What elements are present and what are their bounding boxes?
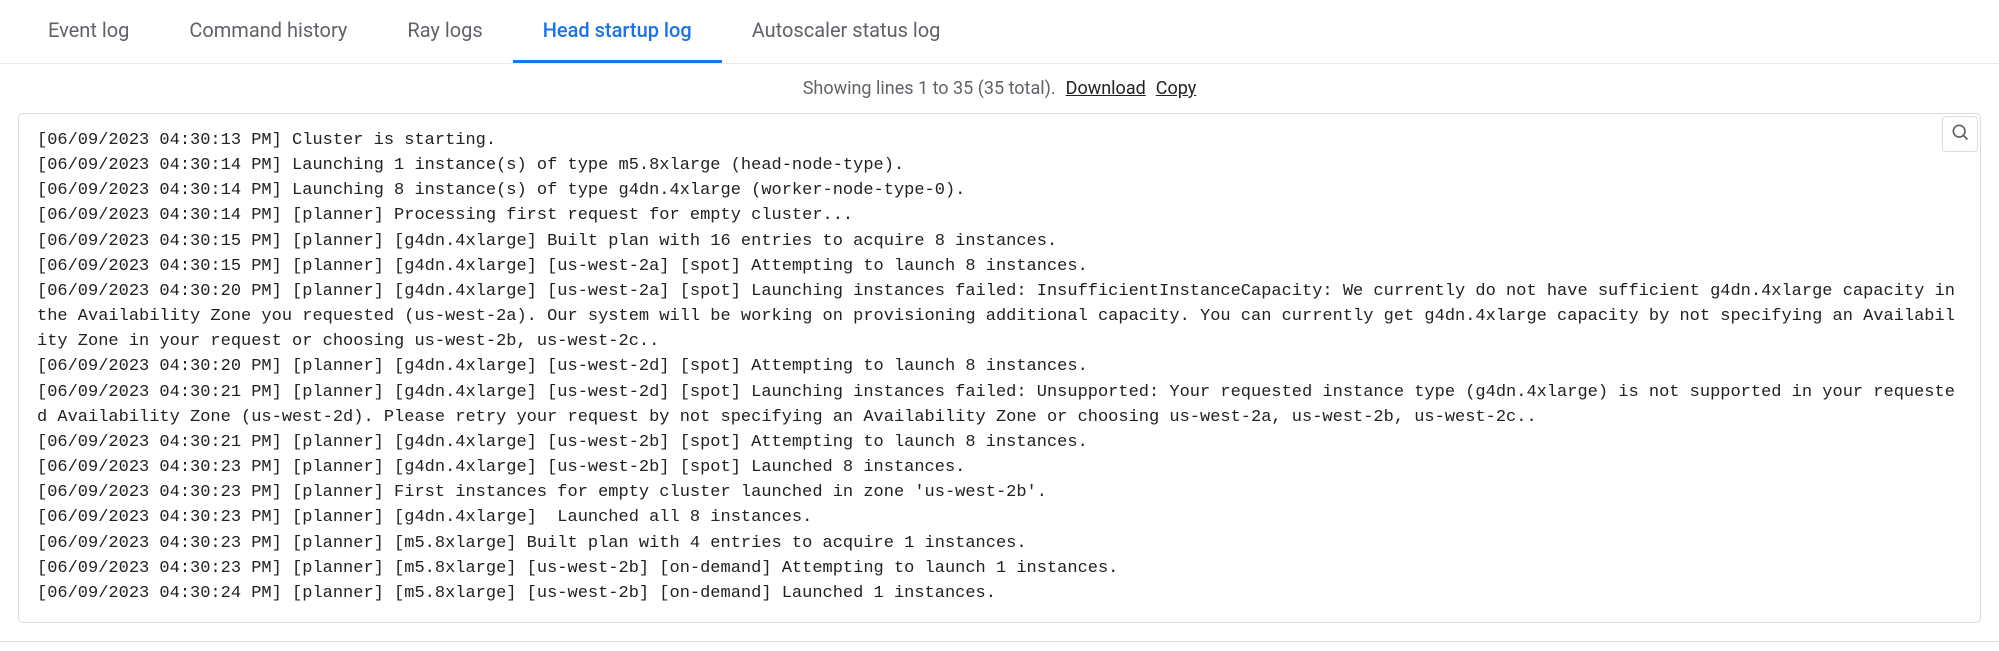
search-button[interactable]	[1942, 116, 1978, 152]
copy-link[interactable]: Copy	[1156, 78, 1197, 99]
download-link[interactable]: Download	[1066, 78, 1146, 99]
tab-event-log[interactable]: Event log	[18, 0, 159, 63]
page-wrapper: Event log Command history Ray logs Head …	[0, 0, 1999, 642]
tab-command-history[interactable]: Command history	[159, 0, 377, 63]
showing-lines-text: Showing lines 1 to 35 (35 total).	[803, 78, 1056, 99]
log-text: [06/09/2023 04:30:13 PM] Cluster is star…	[37, 128, 1962, 606]
tab-autoscaler-status-log[interactable]: Autoscaler status log	[722, 0, 971, 63]
search-icon	[1950, 122, 1970, 146]
tab-ray-logs[interactable]: Ray logs	[377, 0, 512, 63]
log-wrapper: [06/09/2023 04:30:13 PM] Cluster is star…	[18, 113, 1981, 623]
meta-bar: Showing lines 1 to 35 (35 total). Downlo…	[0, 64, 1999, 113]
tab-head-startup-log[interactable]: Head startup log	[513, 0, 722, 63]
log-box: [06/09/2023 04:30:13 PM] Cluster is star…	[18, 113, 1981, 623]
tabs-bar: Event log Command history Ray logs Head …	[0, 0, 1999, 64]
